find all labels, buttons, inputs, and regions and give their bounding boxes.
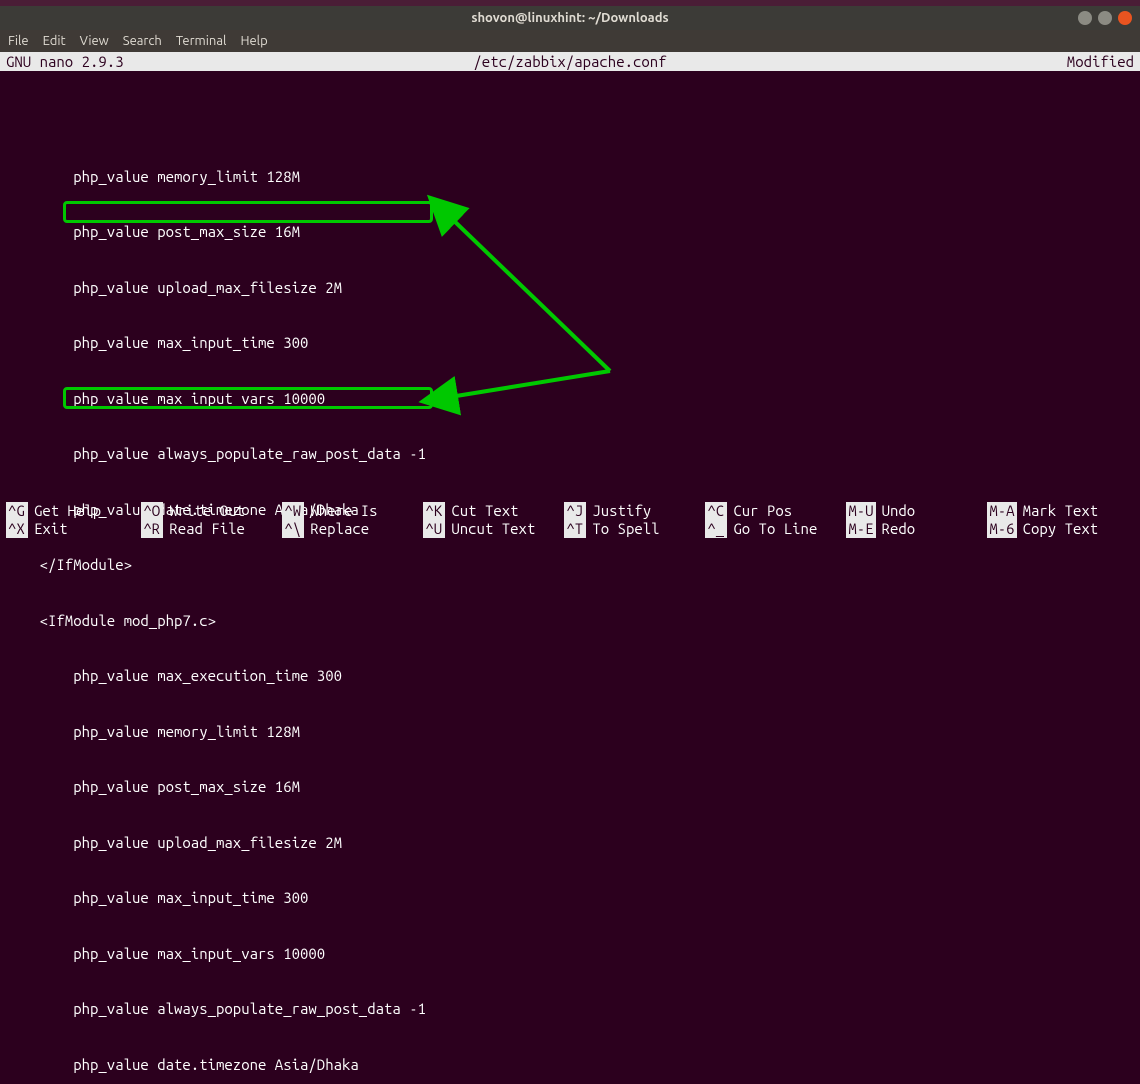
shortcut-cut-text: ^KCut Text: [423, 502, 564, 520]
shortcut-uncut-text: ^UUncut Text: [423, 520, 564, 538]
editor-line: php_value post_max_size 16M: [6, 223, 1134, 242]
menu-help[interactable]: Help: [240, 34, 267, 48]
shortcut-cur-pos: ^CCur Pos: [705, 502, 846, 520]
editor-area[interactable]: php_value memory_limit 128M php_value po…: [0, 71, 1140, 1084]
editor-line: php_value max_input_vars 10000: [6, 945, 1134, 964]
shortcut-to-spell: ^TTo Spell: [564, 520, 705, 538]
nano-shortcuts: ^GGet Help ^OWrite Out ^WWhere Is ^KCut …: [6, 502, 1134, 538]
editor-line: php_value max_input_vars 10000: [6, 390, 1134, 409]
editor-line: <IfModule mod_php7.c>: [6, 612, 1134, 631]
nano-filename: /etc/zabbix/apache.conf: [473, 53, 666, 70]
window-controls: [1078, 11, 1132, 25]
window-title: shovon@linuxhint: ~/Downloads: [471, 11, 668, 25]
editor-line: php_value max_execution_time 300: [6, 667, 1134, 686]
menu-search[interactable]: Search: [123, 34, 162, 48]
editor-line: php_value date.timezone Asia/Dhaka: [6, 1056, 1134, 1075]
nano-header: GNU nano 2.9.3 /etc/zabbix/apache.conf M…: [0, 52, 1140, 71]
editor-line: php_value upload_max_filesize 2M: [6, 279, 1134, 298]
menu-file[interactable]: File: [8, 34, 29, 48]
menu-terminal[interactable]: Terminal: [176, 34, 227, 48]
shortcuts-row-1: ^GGet Help ^OWrite Out ^WWhere Is ^KCut …: [6, 502, 1134, 520]
shortcut-mark-text: M-AMark Text: [987, 502, 1128, 520]
editor-line: php_value always_populate_raw_post_data …: [6, 445, 1134, 464]
shortcut-read-file: ^RRead File: [141, 520, 282, 538]
shortcuts-row-2: ^XExit ^RRead File ^\Replace ^UUncut Tex…: [6, 520, 1134, 538]
shortcut-replace: ^\Replace: [282, 520, 423, 538]
editor-line: php_value memory_limit 128M: [6, 168, 1134, 187]
editor-line: php_value max_input_time 300: [6, 889, 1134, 908]
editor-line: php_value memory_limit 128M: [6, 723, 1134, 742]
shortcut-justify: ^JJustify: [564, 502, 705, 520]
minimize-icon[interactable]: [1078, 11, 1092, 25]
shortcut-get-help: ^GGet Help: [6, 502, 141, 520]
shortcut-redo: M-ERedo: [846, 520, 987, 538]
annotation-box-1: [63, 201, 433, 223]
nano-status: Modified: [1067, 53, 1134, 70]
menubar: File Edit View Search Terminal Help: [0, 30, 1140, 52]
shortcut-copy-text: M-6Copy Text: [987, 520, 1128, 538]
shortcut-go-to-line: ^_Go To Line: [705, 520, 846, 538]
editor-line: php_value always_populate_raw_post_data …: [6, 1000, 1134, 1019]
window-titlebar: shovon@linuxhint: ~/Downloads: [0, 6, 1140, 30]
shortcut-write-out: ^OWrite Out: [141, 502, 282, 520]
menu-view[interactable]: View: [80, 34, 109, 48]
close-icon[interactable]: [1118, 11, 1132, 25]
editor-line: [6, 112, 1134, 131]
shortcut-exit: ^XExit: [6, 520, 141, 538]
editor-line: php_value post_max_size 16M: [6, 778, 1134, 797]
shortcut-where-is: ^WWhere Is: [282, 502, 423, 520]
editor-line: php_value upload_max_filesize 2M: [6, 834, 1134, 853]
shortcut-undo: M-UUndo: [846, 502, 987, 520]
nano-version: GNU nano 2.9.3: [6, 53, 124, 70]
editor-line: php_value max_input_time 300: [6, 334, 1134, 353]
maximize-icon[interactable]: [1098, 11, 1112, 25]
menu-edit[interactable]: Edit: [43, 34, 66, 48]
editor-line: </IfModule>: [6, 556, 1134, 575]
